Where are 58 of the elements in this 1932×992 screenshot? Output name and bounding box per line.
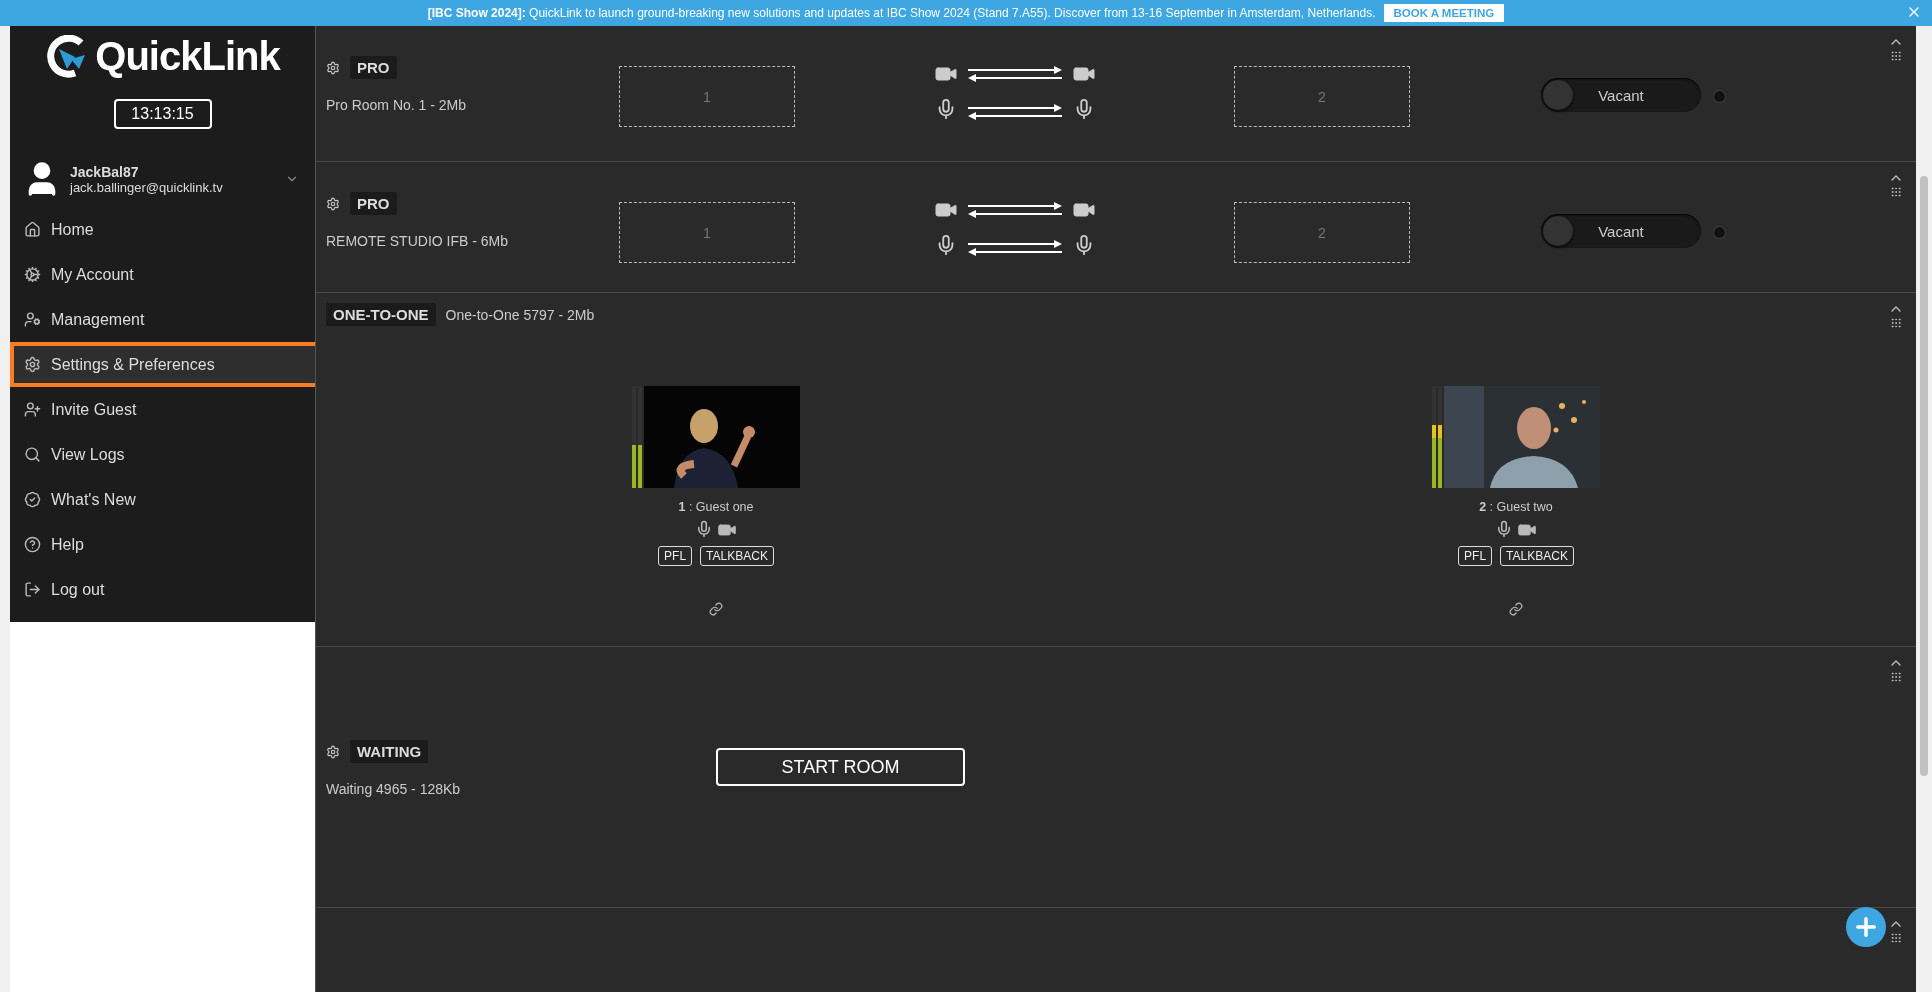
room-type-tag: PRO <box>350 192 397 215</box>
status-toggle[interactable]: Vacant <box>1541 214 1701 248</box>
arrows-icon <box>967 66 1062 82</box>
menu-item[interactable]: Help <box>10 522 315 567</box>
user-name: JackBal87 <box>70 163 140 180</box>
status-indicator <box>1713 90 1726 103</box>
menu-item[interactable]: Invite Guest <box>10 387 315 432</box>
arrows-icon <box>967 202 1062 218</box>
microphone-icon[interactable] <box>695 520 713 538</box>
arrows-icon <box>967 104 1062 120</box>
settings-icon[interactable] <box>326 60 340 75</box>
menu-item[interactable]: View Logs <box>10 432 315 477</box>
guest-name: 2 : Guest two <box>1479 500 1553 514</box>
drag-handle-icon[interactable] <box>1890 186 1902 198</box>
pfl-button[interactable]: PFL <box>1458 546 1493 566</box>
microphone-icon[interactable] <box>1495 520 1513 538</box>
room-type-tag: PRO <box>350 56 397 79</box>
menu-item[interactable]: Home <box>10 207 315 252</box>
menu-icon <box>24 491 41 508</box>
talkback-button[interactable]: TALKBACK <box>1500 546 1574 566</box>
guest-name: 1 : Guest one <box>678 500 754 514</box>
link-icon[interactable] <box>1509 602 1523 616</box>
drag-handle-icon[interactable] <box>1890 671 1902 683</box>
add-button[interactable] <box>1846 907 1886 947</box>
drag-handle-icon[interactable] <box>1890 317 1902 329</box>
arrows-icon <box>967 240 1062 256</box>
talkback-button[interactable]: TALKBACK <box>700 546 774 566</box>
start-room-button[interactable]: START ROOM <box>716 748 965 786</box>
menu-item[interactable]: What's New <box>10 477 315 522</box>
room-type-tag: WAITING <box>350 740 429 763</box>
pfl-button[interactable]: PFL <box>658 546 693 566</box>
menu-icon <box>24 311 41 328</box>
menu-item[interactable]: Management <box>10 297 315 342</box>
menu-icon <box>24 446 41 463</box>
settings-icon[interactable] <box>326 196 340 211</box>
drag-handle-icon[interactable] <box>1890 50 1902 62</box>
room-name: Pro Room No. 1 - 2Mb <box>326 97 468 113</box>
menu-icon <box>24 581 41 598</box>
room-name: Waiting 4965 - 128Kb <box>326 781 462 797</box>
menu-icon <box>24 266 41 283</box>
menu-icon <box>24 536 41 553</box>
announcement-text: [IBC Show 2024]: QuickLink to launch ground-breaking new solutions and updates at IBC Show 2024 (Stand 7.A55). Discover from 13-16 September in Amsterdam, Netherlands. <box>427 6 1376 20</box>
logo-text: QuickLink <box>95 34 280 79</box>
clock: 13:13:15 <box>113 99 212 129</box>
user-email: jack.ballinger@quicklink.tv <box>70 179 224 195</box>
status-indicator <box>1713 226 1726 239</box>
menu-item[interactable]: Log out <box>10 567 315 612</box>
menu-icon <box>24 356 41 373</box>
drag-handle-icon[interactable] <box>1890 932 1902 944</box>
link-icon[interactable] <box>709 602 723 616</box>
status-toggle[interactable]: Vacant <box>1541 78 1701 112</box>
menu-icon <box>24 401 41 418</box>
settings-icon[interactable] <box>326 744 340 759</box>
menu-icon <box>24 221 41 238</box>
room-name: REMOTE STUDIO IFB - 6Mb <box>326 233 509 249</box>
room-type-tag: ONE-TO-ONE <box>326 303 436 326</box>
menu-item[interactable]: My Account <box>10 252 315 297</box>
room-name: One-to-One 5797 - 2Mb <box>445 306 595 323</box>
